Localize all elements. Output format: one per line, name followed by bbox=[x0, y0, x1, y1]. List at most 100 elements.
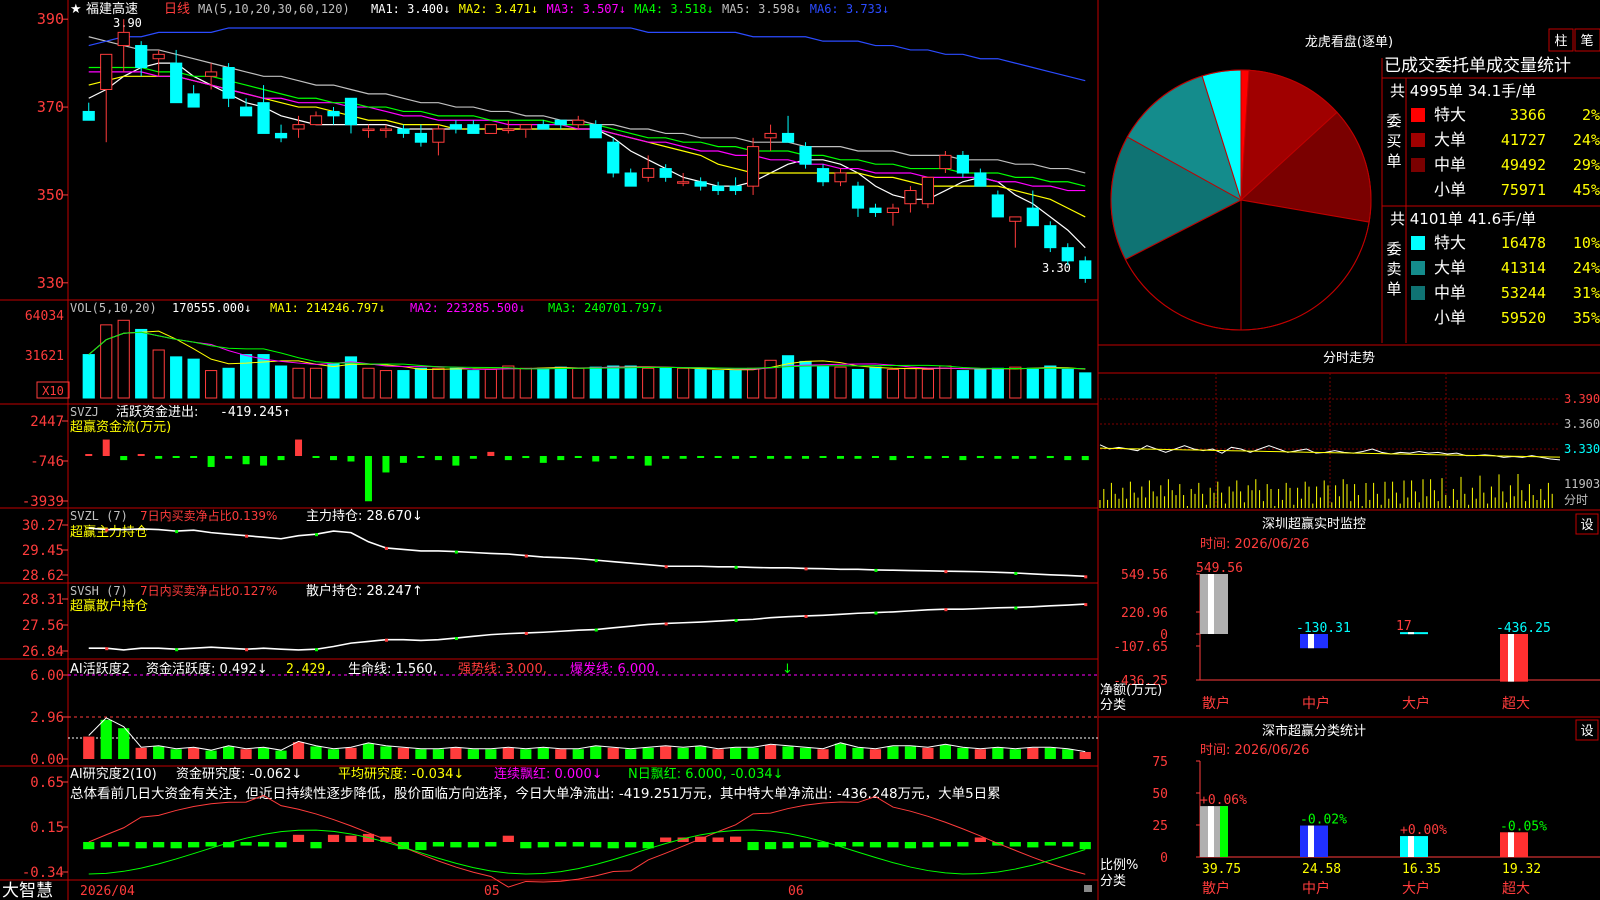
volume-ma-line bbox=[88, 330, 1086, 371]
price-axis-label: 390 bbox=[37, 10, 64, 28]
favorite-star-icon[interactable]: ★ bbox=[70, 2, 82, 17]
ai2-analysis-text: 总体看前几日大资金有关注，但近日持续性逐步降低，股价面临方向选择，今日大单净流出… bbox=[70, 785, 1001, 802]
order-swatch bbox=[1411, 108, 1425, 122]
ai1-bar bbox=[1044, 747, 1056, 759]
volume-bar bbox=[729, 370, 742, 399]
sz-monitor-category: 超大 bbox=[1502, 696, 1530, 712]
ma-label: MA(5,10,20,30,60,120) bbox=[198, 2, 350, 16]
sz-monitor-bar-label: 17 bbox=[1396, 619, 1412, 634]
ai2-bar bbox=[1027, 842, 1039, 848]
sz-stats-bar-label: -0.05% bbox=[1500, 819, 1547, 834]
ai1-bar bbox=[310, 746, 322, 759]
candle-body bbox=[484, 124, 497, 134]
svsh-marker bbox=[245, 648, 249, 652]
volume-bar bbox=[379, 370, 393, 399]
vol-value: 170555.000↓ bbox=[172, 301, 251, 315]
candle-body bbox=[135, 45, 148, 69]
svzl-axis-label: 29.45 bbox=[22, 543, 64, 559]
order-label: 中单 bbox=[1434, 155, 1466, 174]
sz-monitor-category: 散户 bbox=[1202, 695, 1230, 712]
svzj-bar bbox=[137, 454, 145, 456]
volume-bar bbox=[956, 370, 969, 399]
ai2-bar bbox=[135, 842, 147, 849]
ai1-bar bbox=[590, 746, 602, 759]
brand-logo: 大智慧 bbox=[2, 881, 53, 900]
order-value: 3366 bbox=[1510, 106, 1546, 124]
svzj-bar bbox=[85, 454, 93, 456]
intraday-chart[interactable] bbox=[1099, 373, 1561, 510]
volume-bar bbox=[257, 354, 270, 399]
ai2-bar bbox=[922, 842, 934, 848]
candle-body bbox=[467, 124, 480, 134]
lock-icon[interactable] bbox=[1084, 885, 1092, 892]
volume-bar bbox=[886, 368, 900, 399]
volume-bar bbox=[537, 367, 550, 399]
ai2-bar bbox=[520, 842, 532, 849]
svzl-marker bbox=[734, 565, 738, 569]
volume-bar bbox=[572, 367, 585, 399]
svzj-bar bbox=[330, 456, 337, 461]
svzl-marker bbox=[454, 550, 458, 554]
ai2-axis-label: 0.65 bbox=[30, 775, 64, 791]
svzj-bar bbox=[434, 456, 442, 461]
svzj-axis: 2447 -746 -3939 bbox=[22, 414, 68, 510]
order-label: 大单 bbox=[1434, 130, 1466, 149]
candle-body bbox=[886, 207, 900, 214]
svzj-bar bbox=[697, 456, 705, 458]
period-label[interactable]: 日线 bbox=[164, 2, 190, 17]
svsh-axis-label: 27.56 bbox=[22, 618, 64, 634]
sz-monitor-bar-label: -130.31 bbox=[1296, 621, 1351, 636]
ai2-bar bbox=[450, 842, 462, 848]
ai1-bar bbox=[869, 749, 882, 759]
ai1-bar bbox=[555, 749, 567, 759]
volume-bar bbox=[292, 367, 305, 399]
sz-stats-axis-label: 25 bbox=[1152, 819, 1168, 834]
order-label: 特大 bbox=[1434, 105, 1466, 124]
svsh-marker bbox=[734, 619, 738, 623]
sz-stats-category: 超大 bbox=[1502, 881, 1530, 897]
ma-legend-item: MA3: 3.507↓ bbox=[547, 2, 626, 16]
svsh-marker bbox=[524, 631, 528, 635]
sz-stats-category: 中户 bbox=[1302, 880, 1330, 897]
intraday-title: 分时走势 bbox=[1323, 350, 1375, 366]
order-label: 大单 bbox=[1434, 258, 1466, 277]
sz-stats-bar-accent bbox=[1220, 806, 1228, 857]
svzl-marker bbox=[664, 565, 668, 569]
candle-body bbox=[1061, 247, 1074, 262]
sz-monitor-bar-highlight bbox=[1508, 634, 1514, 682]
ai1-bar bbox=[292, 742, 305, 759]
ai1-bar bbox=[922, 747, 934, 759]
svzj-bar bbox=[994, 456, 1002, 459]
sz-stats-axis-label: 75 bbox=[1152, 755, 1168, 770]
svsh-label: 7日内买卖净占比0.127% bbox=[140, 583, 277, 598]
svsh-marker bbox=[1084, 603, 1088, 607]
vol-axis-top: 64034 bbox=[25, 309, 64, 324]
ai2-v4: N日飘红: 6.000, -0.034↓ bbox=[628, 766, 784, 782]
candlestick-chart[interactable] bbox=[82, 19, 1092, 283]
svzl-marker bbox=[804, 567, 808, 571]
candle-body bbox=[991, 194, 1004, 218]
ma-legend: MA1: 3.400↓ MA2: 3.471↓ MA3: 3.507↓ MA4: 3.… bbox=[371, 2, 889, 16]
ai2-v1: 资金研究度: -0.062↓ bbox=[176, 766, 302, 782]
candle-body bbox=[344, 97, 358, 126]
ai2-bar bbox=[537, 842, 549, 848]
ai2-bar bbox=[170, 842, 182, 849]
ai1-bar bbox=[327, 749, 340, 759]
ai1-bar bbox=[188, 747, 200, 759]
order-label: 小单 bbox=[1434, 308, 1466, 327]
svzj-bar bbox=[574, 456, 582, 458]
volume-bar bbox=[834, 366, 847, 399]
volume-bar bbox=[851, 368, 865, 399]
candle-body bbox=[222, 67, 235, 99]
volume-bar bbox=[694, 368, 707, 399]
order-swatch bbox=[1411, 236, 1425, 250]
ai2-bar bbox=[345, 835, 357, 842]
ai2-bar bbox=[240, 842, 252, 846]
svsh-marker bbox=[594, 628, 598, 632]
svzj-bar bbox=[627, 456, 635, 459]
volume-bar bbox=[449, 367, 462, 399]
ai2-bar bbox=[782, 842, 794, 849]
ai1-bar bbox=[904, 746, 917, 759]
svzj-bar bbox=[976, 456, 984, 459]
sz-stats-category: 大户 bbox=[1402, 880, 1430, 897]
